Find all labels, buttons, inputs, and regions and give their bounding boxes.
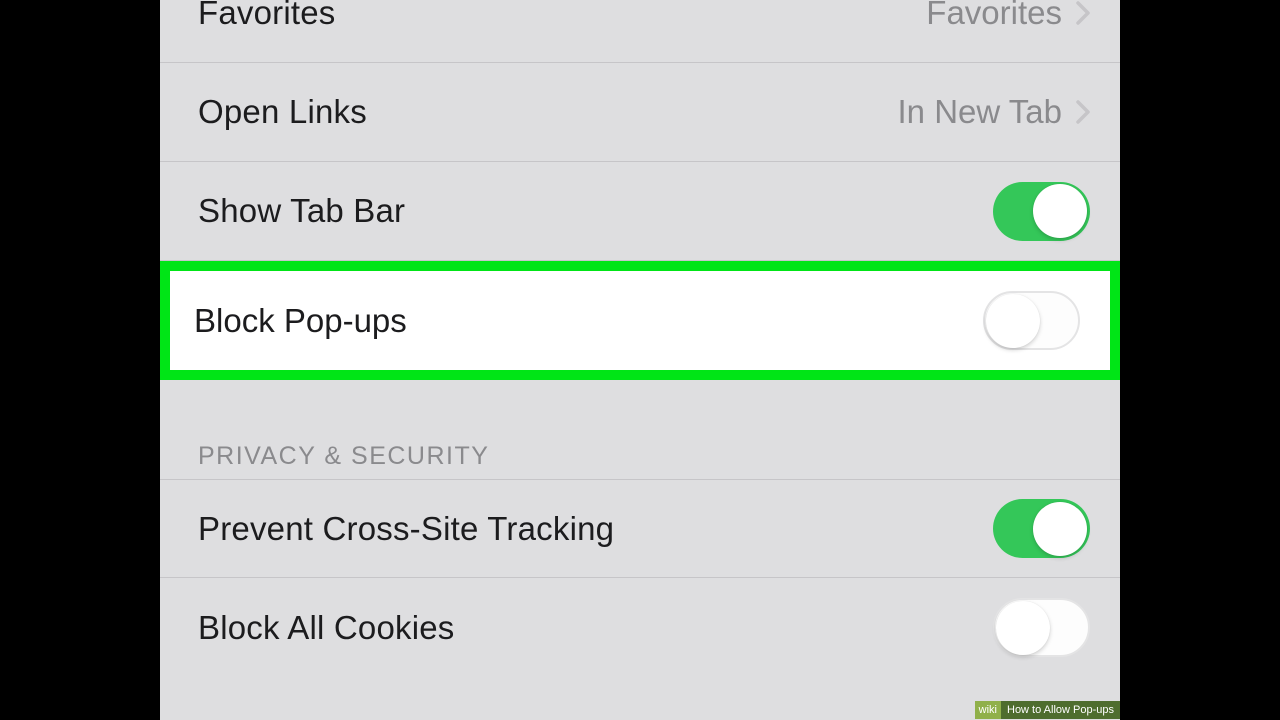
chevron-right-icon: [1076, 1, 1090, 25]
row-open-links[interactable]: Open Links In New Tab: [160, 63, 1120, 162]
watermark-brand: wiki: [975, 701, 1001, 719]
chevron-right-icon: [1076, 100, 1090, 124]
open-links-value: In New Tab: [898, 93, 1062, 131]
favorites-value: Favorites: [926, 0, 1062, 32]
toggle-knob: [986, 294, 1040, 348]
block-cookies-label: Block All Cookies: [198, 609, 993, 647]
prevent-tracking-label: Prevent Cross-Site Tracking: [198, 510, 993, 548]
block-popups-toggle[interactable]: [983, 291, 1080, 350]
toggle-knob: [996, 601, 1050, 655]
row-favorites[interactable]: Favorites Favorites: [160, 0, 1120, 63]
row-show-tab-bar: Show Tab Bar: [160, 162, 1120, 261]
toggle-knob: [1033, 502, 1087, 556]
row-block-cookies: Block All Cookies: [160, 578, 1120, 677]
watermark-title: How to Allow Pop-ups: [1001, 701, 1120, 719]
watermark: wiki How to Allow Pop-ups: [975, 700, 1120, 720]
prevent-tracking-toggle[interactable]: [993, 499, 1090, 558]
section-gap: [160, 380, 1120, 442]
privacy-section-header: PRIVACY & SECURITY: [160, 442, 1120, 479]
toggle-knob: [1033, 184, 1087, 238]
row-block-popups: Block Pop-ups: [170, 271, 1110, 370]
show-tab-bar-label: Show Tab Bar: [198, 192, 993, 230]
settings-screen: Favorites Favorites Open Links In New Ta…: [160, 0, 1120, 720]
settings-list: Favorites Favorites Open Links In New Ta…: [160, 0, 1120, 677]
show-tab-bar-toggle[interactable]: [993, 182, 1090, 241]
block-cookies-toggle[interactable]: [993, 598, 1090, 657]
open-links-label: Open Links: [198, 93, 898, 131]
row-prevent-tracking: Prevent Cross-Site Tracking: [160, 479, 1120, 578]
block-popups-label: Block Pop-ups: [194, 302, 983, 340]
favorites-label: Favorites: [198, 0, 926, 32]
block-popups-highlight: Block Pop-ups: [160, 261, 1120, 380]
